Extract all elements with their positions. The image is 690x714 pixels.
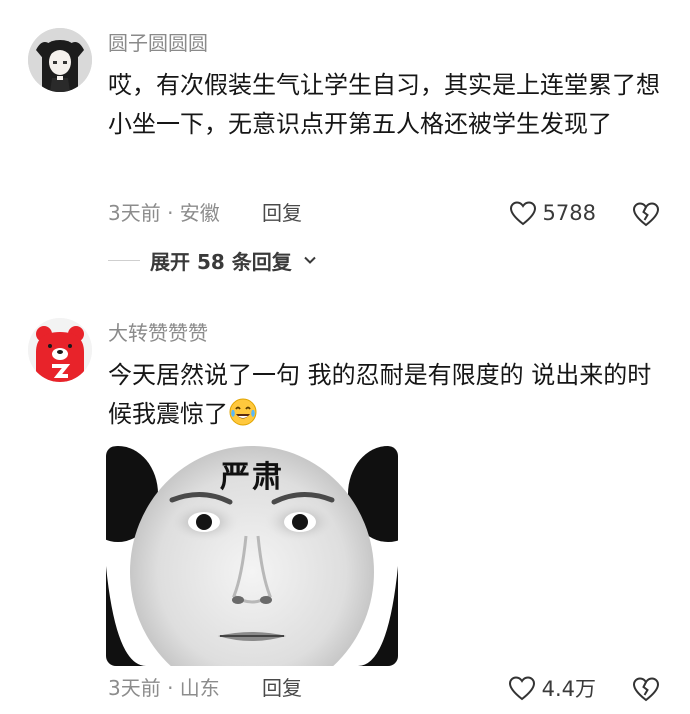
reply-button[interactable]: 回复 [262,198,302,228]
like-button[interactable]: 4.4万 [508,673,596,703]
comment-item: 大转赞赞赞 今天居然说了一句 我的忍耐是有限度的 说出来的时候我震惊了 严肃 3… [0,300,690,714]
comment-username[interactable]: 圆子圆圆圆 [108,31,208,55]
crying-laughing-emoji-icon [229,398,257,426]
comment-username[interactable]: 大转赞赞赞 [108,321,208,345]
like-count: 4.4万 [541,677,596,701]
broken-heart-icon [632,202,660,227]
dislike-button[interactable] [632,675,660,703]
comment-meta: 3天前 · 安徽 回复 5788 [108,198,664,228]
comment-text-body: 今天居然说了一句 我的忍耐是有限度的 说出来的时候我震惊了 [108,361,652,428]
meme-image[interactable]: 严肃 [106,446,398,666]
comment-item: 圆子圆圆圆 哎，有次假装生气让学生自习，其实是上连堂累了想小坐一下，无意识点开第… [0,0,690,290]
meme-caption: 严肃 [220,460,284,495]
comment-text: 今天居然说了一句 我的忍耐是有限度的 说出来的时候我震惊了 [108,356,668,434]
chevron-down-icon [304,256,316,264]
expand-divider [108,259,140,261]
comment-time-location: 3天前 · 安徽 [108,201,220,225]
user-avatar[interactable] [28,318,92,382]
heart-icon [509,201,536,226]
dislike-button[interactable] [632,200,660,228]
heart-icon [508,676,535,701]
like-button[interactable]: 5788 [509,198,596,228]
reply-button[interactable]: 回复 [262,673,302,703]
expand-replies-button[interactable]: 展开 58 条回复 [108,245,318,275]
expand-replies-label: 展开 58 条回复 [150,249,292,274]
user-avatar[interactable] [28,28,92,92]
like-count: 5788 [542,201,596,225]
anime-girl-avatar-icon [28,28,92,92]
broken-heart-icon [632,677,660,702]
comment-meta: 3天前 · 山东 回复 4.4万 [108,673,664,703]
comment-time-location: 3天前 · 山东 [108,676,220,700]
comment-text: 哎，有次假装生气让学生自习，其实是上连堂累了想小坐一下，无意识点开第五人格还被学… [108,71,660,138]
red-bear-avatar-icon [28,318,92,382]
